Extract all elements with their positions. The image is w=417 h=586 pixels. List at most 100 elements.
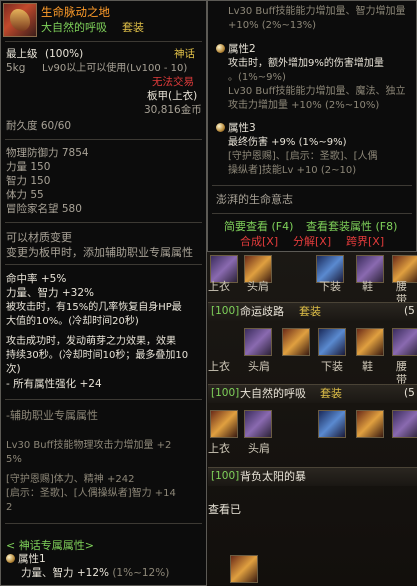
divider [5, 264, 202, 265]
aux-line: 2 [6, 502, 13, 513]
slot-label: 鞋 [362, 360, 373, 373]
attr-line: Lv30 Buff技能能力增加量、魔法、独立 [228, 86, 406, 97]
brief-view-button[interactable]: 简要查看 (F4) [224, 220, 293, 233]
slot-label: 下装 [319, 280, 341, 293]
equip-slot-shoes[interactable] [356, 255, 384, 283]
myth-attr-stat: 力量、智力 [21, 567, 74, 579]
slot-label: 上衣 [208, 360, 230, 373]
divider [5, 399, 202, 400]
myth-attr-tooltip: Lv30 Buff技能能力增加量、智力增加量 +10% (2%~13%) 属性2… [207, 0, 417, 252]
item-name: 生命脉动之地 [41, 5, 110, 19]
slot-label: 头肩 [247, 280, 269, 293]
equip-slot-pants[interactable] [318, 410, 346, 438]
equip-slot-top[interactable] [210, 255, 238, 283]
set-header[interactable]: [100] 背负太阳的暴 [208, 467, 417, 486]
equip-slot[interactable] [230, 555, 258, 583]
slot-label: 上衣 [208, 280, 230, 293]
equip-slot-shoulder[interactable] [244, 410, 272, 438]
slot-label: 鞋 [362, 280, 373, 293]
price: 30,816金币 [144, 104, 202, 116]
myth-attr-range: (1%~12%) [112, 567, 170, 579]
slot-label: 腰带 [396, 360, 407, 386]
level-requirement: Lv90以上可以使用(Lv100 - 10) [42, 63, 188, 74]
set-count: (5 [404, 387, 415, 399]
slot-label: 上衣 [208, 442, 230, 455]
set-name: 大自然的呼吸 [240, 387, 306, 400]
item-icon [3, 3, 37, 37]
set-will: 澎湃的生命意志 [216, 193, 293, 206]
equip-slot-shoulder[interactable] [244, 328, 272, 356]
attr-line: Lv30 Buff技能能力增加量、智力增加量 [228, 6, 406, 17]
material-change: 可以材质变更 [6, 231, 72, 244]
view-more-link[interactable]: 查看已 [208, 503, 241, 516]
equip-slot-shoes[interactable] [356, 410, 384, 438]
slot-label: 头肩 [248, 442, 270, 455]
set-name: 命运歧路 [240, 305, 284, 318]
synthesize-button[interactable]: 合成[X] [240, 235, 278, 248]
attr3: 属性3 [216, 122, 256, 135]
divider [212, 213, 412, 214]
equip-slot-belt[interactable] [392, 410, 417, 438]
myth-attr-line: 力量、智力 +12% (1%~12%) [21, 567, 169, 580]
equip-slot-pants[interactable] [316, 255, 344, 283]
attr3-name: 属性3 [228, 122, 256, 134]
aux-line: Lv30 Buff技能物理攻击力增加量 +2 [6, 440, 172, 451]
attr-line: 攻击力增加量 +10% (2%~10%) [228, 100, 380, 111]
decompose-button[interactable]: 分解[X] [293, 235, 331, 248]
equip-slot-top[interactable] [282, 328, 310, 356]
set-tag: 套装 [299, 305, 321, 318]
equip-slot-pants[interactable] [318, 328, 346, 356]
stat-line: 智力 150 [6, 175, 51, 187]
myth-attr-name: 属性1 [18, 553, 46, 565]
material-change-note: 变更为板甲时，添加辅助职业专属属性 [6, 246, 193, 259]
set-tag: 套装 [320, 387, 342, 400]
rarity-label: 神话 [174, 48, 195, 60]
divider [5, 222, 202, 223]
equip-slot-top[interactable] [210, 410, 238, 438]
equip-slot-belt[interactable] [392, 328, 417, 356]
slot-label: 下装 [321, 360, 343, 373]
aux-line: [启示：圣歌]、[人偶操纵者]智力 +14 [6, 488, 176, 499]
myth-title: < 神话专属属性> [6, 539, 94, 552]
set-name: 背负太阳的暴 [240, 470, 306, 483]
set-name: 大自然的呼吸 [41, 21, 107, 34]
cross-button[interactable]: 跨界[X] [346, 235, 384, 248]
set-level: [100] [211, 470, 240, 482]
attr-line: 操纵者]技能Lv +10 (2~10) [228, 165, 357, 176]
stat-line: 冒险家名望 580 [6, 203, 82, 215]
stat-line: 物理防御力 7854 [6, 147, 89, 159]
myth-attr: 属性1 [6, 553, 46, 566]
equip-slot-belt[interactable] [392, 255, 417, 283]
attr-line: +10% (2%~13%) [228, 20, 317, 31]
weight: 5kg [6, 62, 26, 74]
set-count: (5 [404, 305, 415, 317]
set-attr-view-button[interactable]: 查看套装属性 (F8) [306, 220, 397, 233]
attr2: 属性2 [216, 43, 256, 56]
myth-attr-value: +12% [76, 567, 109, 579]
attr-orb-icon [216, 123, 225, 132]
effect-line: 次) [6, 363, 21, 375]
effect-line: 攻击成功时，发动萌芽之力效果，效果 [6, 336, 176, 347]
equip-slot-shoes[interactable] [356, 328, 384, 356]
divider [5, 139, 202, 140]
effect-line: 命中率 +5% [6, 273, 67, 285]
set-tag: 套装 [122, 21, 144, 34]
grade-label: 最上级 [6, 48, 38, 60]
attr-line: 攻击时，额外增加9%的伤害增加量 [228, 58, 384, 69]
set-header[interactable]: [100] 命运歧路 套装 (5 [208, 302, 417, 321]
stat-line: 体力 55 [6, 189, 44, 201]
equip-slot-shoulder[interactable] [244, 255, 272, 283]
effect-line: 力量、智力 +32% [6, 287, 94, 299]
aux-line: [守护恩赐]体力、精神 +242 [6, 474, 135, 485]
divider [212, 185, 412, 186]
item-tooltip: 生命脉动之地 大自然的呼吸 套装 最上级 (100%) 神话 5kg Lv90以… [0, 0, 207, 586]
set-header[interactable]: [100] 大自然的呼吸 套装 (5 [208, 384, 417, 403]
attr-orb-icon [6, 554, 15, 563]
aux-title: -辅助职业专属属性 [6, 409, 98, 422]
set-level: [100] [211, 387, 240, 399]
set-level: [100] [211, 305, 240, 317]
armor-type: 板甲(上衣) [147, 90, 198, 102]
untradeable-label: 无法交易 [152, 76, 194, 88]
effect-line: - 所有属性强化 +24 [6, 378, 102, 390]
durability: 耐久度 60/60 [6, 120, 72, 132]
